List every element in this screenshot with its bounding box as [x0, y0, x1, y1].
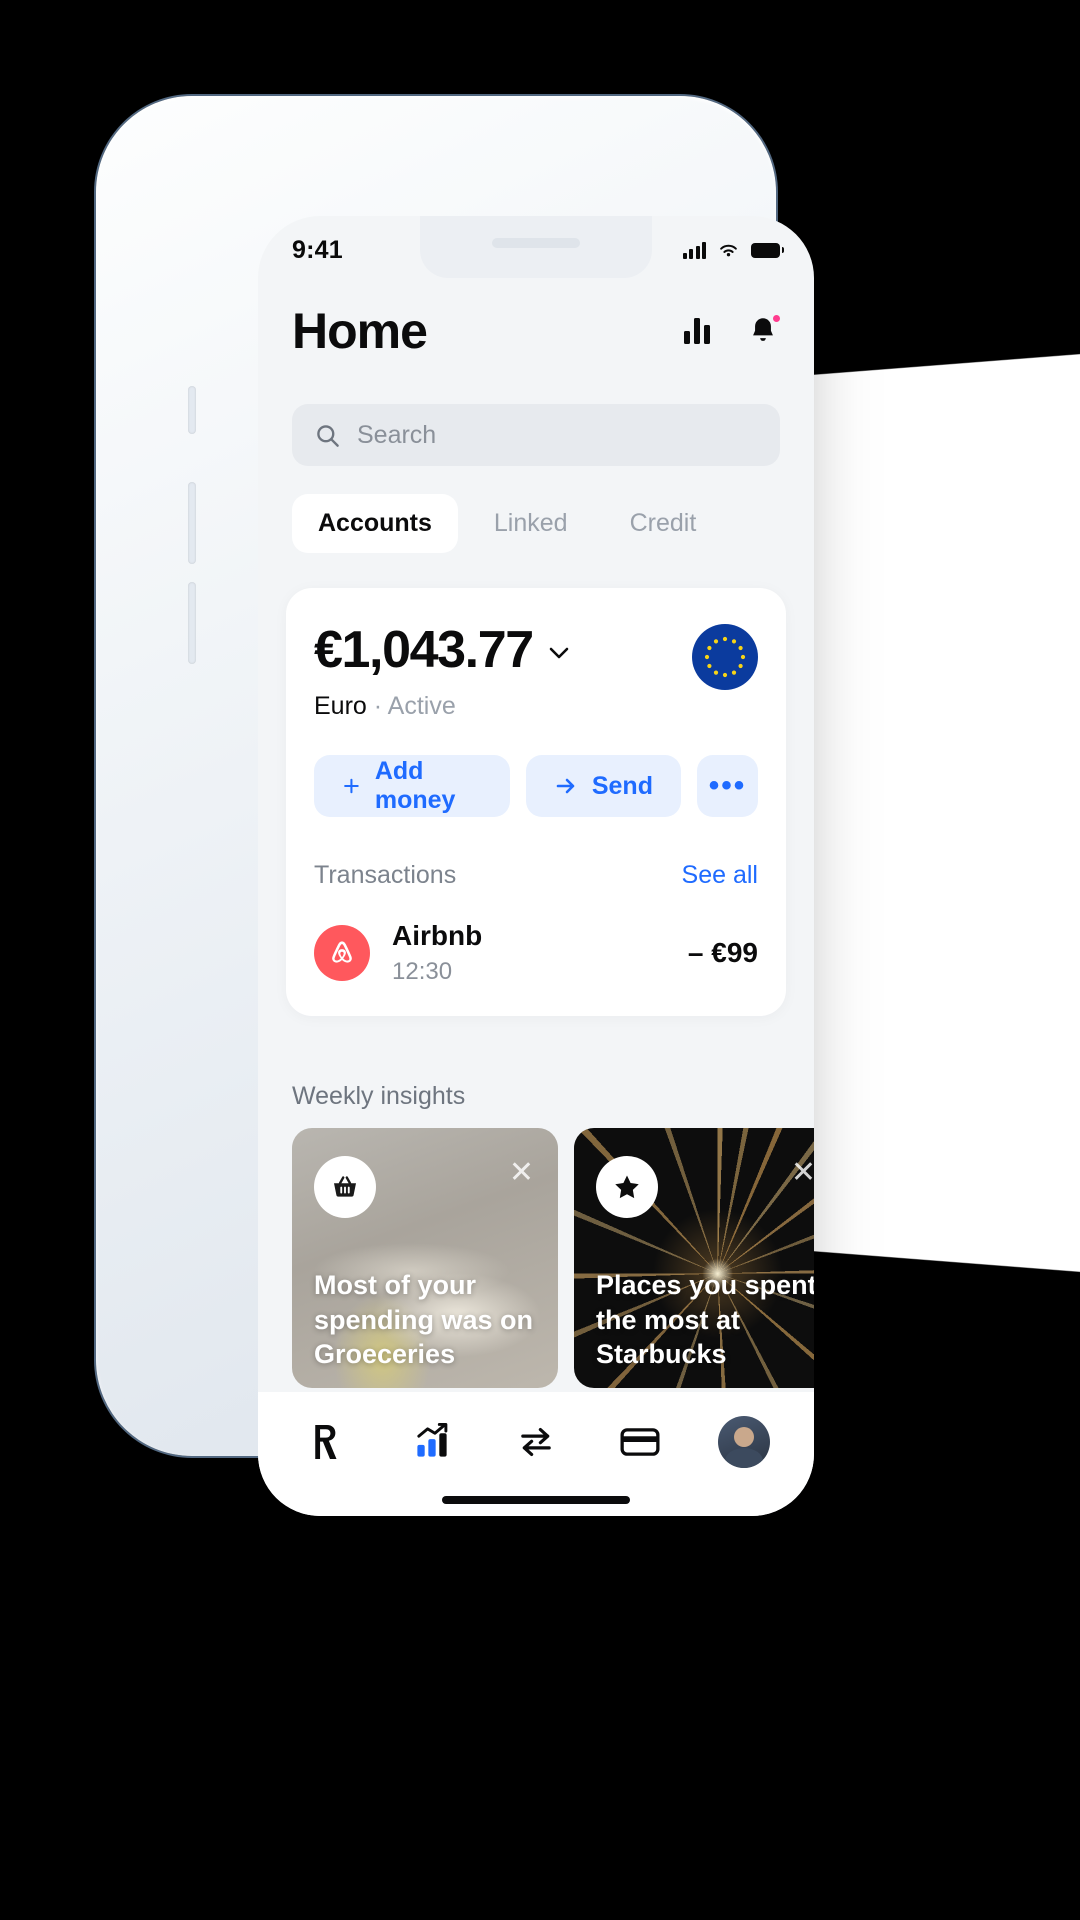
profile-avatar[interactable]	[712, 1415, 776, 1469]
close-icon[interactable]: ✕	[509, 1158, 534, 1188]
search-icon	[317, 424, 339, 447]
insights-heading: Weekly insights	[292, 1082, 466, 1110]
phone-screen: 9:41 Home Search Accounts Linked Credit …	[258, 216, 814, 1516]
airbnb-logo-icon	[314, 925, 370, 981]
revolut-logo-icon[interactable]	[296, 1415, 360, 1469]
account-currency: Euro	[314, 692, 367, 720]
wifi-icon	[720, 244, 737, 256]
chevron-down-icon[interactable]	[549, 647, 569, 659]
analytics-icon[interactable]	[400, 1415, 464, 1469]
add-money-label: Add money	[374, 757, 456, 814]
insight-card-spending[interactable]: ✕ Most of your spending was on Groecerie…	[292, 1128, 558, 1388]
insight-text: Places you spent the most at Starbucks	[596, 1270, 814, 1370]
search-placeholder: Search	[357, 420, 437, 449]
close-icon[interactable]: ✕	[791, 1158, 814, 1188]
account-card: €1,043.77 Euro · Active Add money Send •…	[286, 588, 786, 1016]
search-input[interactable]: Search	[292, 404, 780, 466]
account-separator: ·	[366, 692, 388, 720]
app-header: Home	[258, 302, 814, 360]
transactions-header: Transactions See all	[314, 861, 758, 890]
insight-card-places[interactable]: ✕ Places you spent the most at Starbucks	[574, 1128, 814, 1388]
basket-icon	[314, 1156, 376, 1218]
account-actions: Add money Send •••	[314, 755, 758, 817]
bottom-navigation	[258, 1392, 814, 1516]
volume-up-button[interactable]	[188, 482, 196, 564]
transaction-details: Airbnb 12:30	[392, 920, 688, 986]
plus-icon	[344, 778, 359, 794]
add-money-button[interactable]: Add money	[314, 755, 510, 817]
transfer-icon[interactable]	[504, 1415, 568, 1469]
avatar	[718, 1416, 770, 1468]
status-time: 9:41	[292, 235, 343, 264]
transaction-merchant: Airbnb	[392, 920, 483, 951]
battery-icon	[751, 242, 784, 258]
tab-accounts[interactable]: Accounts	[292, 494, 458, 553]
arrow-right-icon	[556, 778, 575, 794]
transactions-title: Transactions	[314, 861, 457, 889]
account-status: Active	[387, 692, 456, 720]
more-options-button[interactable]: •••	[696, 755, 758, 817]
bell-icon[interactable]	[746, 313, 782, 348]
insight-text: Most of your spending was on Groeceries	[314, 1270, 534, 1370]
send-label: Send	[591, 771, 653, 800]
tab-linked[interactable]: Linked	[468, 494, 594, 553]
balance-amount-row[interactable]: €1,043.77	[314, 624, 569, 676]
background-panel	[772, 352, 1080, 1274]
see-all-link[interactable]: See all	[682, 861, 758, 890]
status-icons	[682, 241, 784, 259]
page-title: Home	[292, 303, 428, 359]
table-row[interactable]: Airbnb 12:30 – €99	[314, 920, 758, 986]
transaction-amount: – €99	[687, 937, 758, 968]
header-actions	[684, 313, 782, 348]
insights-carousel[interactable]: ✕ Most of your spending was on Groecerie…	[292, 1128, 814, 1388]
notification-badge	[771, 313, 782, 324]
cellular-signal-icon	[682, 241, 706, 259]
balance-amount: €1,043.77	[314, 621, 534, 679]
card-icon[interactable]	[608, 1415, 672, 1469]
status-bar: 9:41	[258, 216, 814, 278]
volume-down-button[interactable]	[188, 582, 196, 664]
screenshot-stage: 9:41 Home Search Accounts Linked Credit …	[0, 0, 1080, 1920]
star-icon	[596, 1156, 658, 1218]
tab-credit[interactable]: Credit	[604, 494, 723, 553]
home-indicator	[442, 1496, 630, 1504]
bar-chart-icon[interactable]	[684, 318, 710, 344]
eu-flag-icon	[692, 624, 758, 690]
balance-left: €1,043.77 Euro · Active	[314, 624, 569, 721]
send-button[interactable]: Send	[525, 755, 681, 817]
account-subtitle: Euro · Active	[314, 692, 569, 721]
transaction-time: 12:30	[392, 958, 453, 985]
mute-switch[interactable]	[188, 386, 196, 434]
account-tabs: Accounts Linked Credit	[292, 494, 722, 553]
balance-row: €1,043.77 Euro · Active	[314, 624, 758, 721]
phone-device: 9:41 Home Search Accounts Linked Credit …	[96, 96, 814, 1516]
